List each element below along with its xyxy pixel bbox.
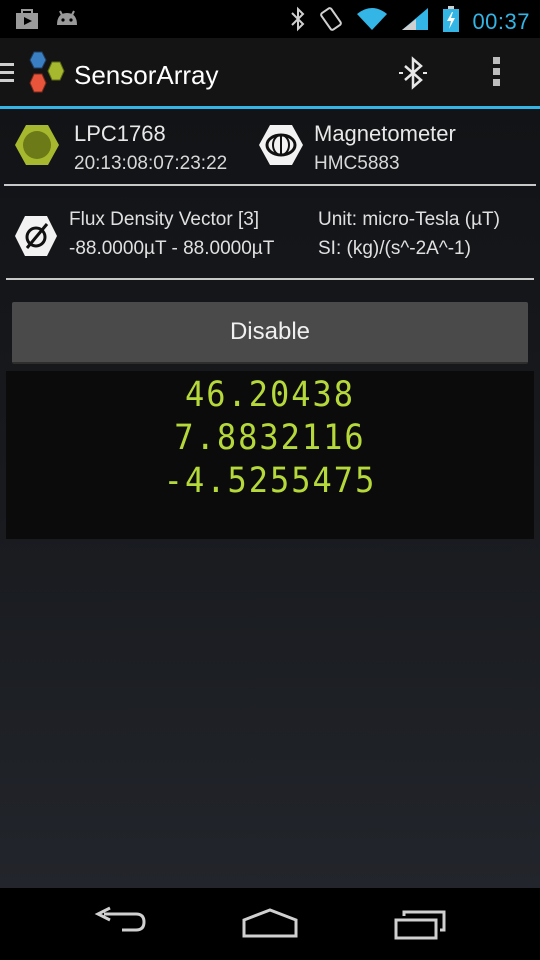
app-title: SensorArray [74, 60, 219, 90]
divider [6, 278, 534, 280]
property-range: -88.0000µT - 88.0000µT [69, 238, 275, 259]
reading-y: 7.8832116 [174, 416, 366, 458]
device-name: LPC1768 [74, 121, 166, 146]
property-unit: Unit: micro-Tesla (µT) [318, 209, 500, 230]
property-row: Flux Density Vector [3] -88.0000µT - 88.… [0, 201, 540, 281]
action-bar: SensorArray [0, 38, 540, 109]
menu-lines-icon[interactable] [0, 62, 14, 89]
bluetooth-icon[interactable] [396, 56, 430, 95]
status-bar: 00:37 [0, 0, 540, 38]
rotation-icon [318, 6, 344, 37]
sensor-model: HMC5883 [314, 153, 400, 174]
app-logo-hexagons-icon[interactable] [20, 50, 68, 101]
main-content: LPC1768 20:13:08:07:23:22 Magnetometer H… [0, 109, 540, 888]
divider [4, 184, 536, 186]
disable-button[interactable]: Disable [12, 302, 528, 364]
bluetooth-icon [290, 6, 306, 37]
play-store-icon [14, 7, 40, 36]
property-name: Flux Density Vector [3] [69, 209, 260, 230]
property-si-unit: SI: (kg)/(s^-2A^-1) [318, 238, 471, 259]
sensor-name: Magnetometer [314, 121, 456, 146]
clock: 00:37 [472, 8, 530, 34]
overflow-menu-icon[interactable] [492, 56, 502, 93]
magnetometer-coil-icon[interactable] [258, 123, 304, 172]
wifi-icon [356, 6, 388, 37]
device-address: 20:13:08:07:23:22 [74, 153, 228, 174]
navigation-bar [0, 888, 540, 960]
device-sensor-row: LPC1768 20:13:08:07:23:22 Magnetometer H… [0, 109, 540, 185]
battery-charging-icon [442, 5, 460, 38]
signal-icon [400, 6, 430, 37]
android-icon [54, 7, 80, 36]
recents-icon[interactable] [392, 906, 452, 945]
device-hexagon-icon[interactable] [14, 123, 60, 172]
reading-x: 46.20438 [184, 373, 356, 415]
back-icon[interactable] [92, 906, 148, 945]
reading-z: -4.5255475 [163, 459, 377, 501]
home-icon[interactable] [240, 906, 300, 945]
flux-vector-icon[interactable] [14, 215, 58, 262]
